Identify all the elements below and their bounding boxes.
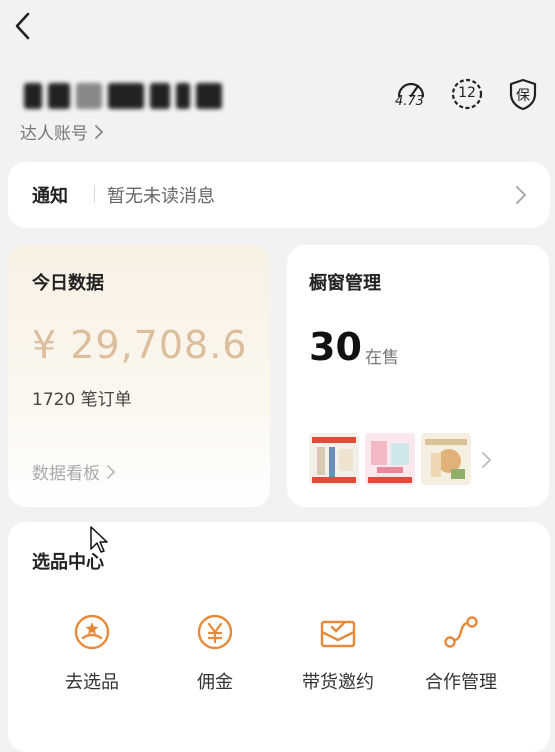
rating-value: 4.73 <box>395 94 424 109</box>
invitation-button[interactable]: 带货邀约 <box>278 612 398 722</box>
chevron-left-icon <box>15 12 30 40</box>
account-type-link[interactable]: 达人账号 <box>20 119 104 144</box>
product-thumbnail[interactable] <box>421 433 471 485</box>
commission-button[interactable]: 佣金 <box>155 612 275 722</box>
invitation-label: 带货邀约 <box>302 672 374 693</box>
data-dashboard-label: 数据看板 <box>32 464 100 484</box>
account-type-label: 达人账号 <box>20 124 88 144</box>
username-obscured <box>24 80 222 112</box>
today-order-count: 1720 笔订单 <box>32 390 132 410</box>
notice-title: 通知 <box>32 186 68 207</box>
product-thumbnail[interactable] <box>309 433 359 485</box>
cooperation-icon <box>444 616 478 648</box>
notice-message: 暂无未读消息 <box>107 186 215 207</box>
commission-icon <box>197 614 233 650</box>
guarantee-label: 保 <box>516 88 530 104</box>
select-product-label: 去选品 <box>65 672 119 693</box>
chevron-right-icon <box>516 186 527 204</box>
rating-badge[interactable]: 4.73 <box>391 74 431 114</box>
product-thumbnail[interactable] <box>365 433 415 485</box>
chevron-right-icon <box>95 124 104 139</box>
today-data-title: 今日数据 <box>32 273 104 294</box>
today-amount: ¥ 29,708.6 <box>32 323 248 367</box>
divider <box>94 185 95 203</box>
level-value: 12 <box>458 85 476 101</box>
commission-label: 佣金 <box>197 672 233 693</box>
product-image <box>309 433 359 485</box>
select-product-button[interactable]: 去选品 <box>32 612 152 722</box>
selection-center-card: 选品中心 去选品 佣金 带货邀约 合作管理 <box>8 522 550 752</box>
product-image <box>421 433 471 485</box>
window-on-sale-count: 30 <box>309 325 362 369</box>
product-image <box>365 433 415 485</box>
select-product-icon <box>74 614 110 650</box>
invitation-icon <box>320 620 356 648</box>
data-dashboard-link[interactable]: 数据看板 <box>32 459 116 484</box>
notice-bar[interactable]: 通知 暂无未读消息 <box>8 162 550 228</box>
window-management-title: 橱窗管理 <box>309 273 381 294</box>
back-button[interactable] <box>6 6 42 46</box>
mouse-cursor-icon <box>90 526 108 553</box>
cooperation-management-button[interactable]: 合作管理 <box>401 612 521 722</box>
window-management-card[interactable]: 橱窗管理 30 在售 <box>287 245 549 507</box>
chevron-right-icon <box>107 464 116 479</box>
level-badge[interactable]: 12 <box>447 74 487 114</box>
chevron-right-icon <box>482 452 492 468</box>
window-on-sale-label: 在售 <box>365 348 399 368</box>
cooperation-management-label: 合作管理 <box>425 672 497 693</box>
today-data-card[interactable]: 今日数据 ¥ 29,708.6 1720 笔订单 数据看板 <box>8 245 270 507</box>
guarantee-badge[interactable]: 保 <box>503 74 543 114</box>
